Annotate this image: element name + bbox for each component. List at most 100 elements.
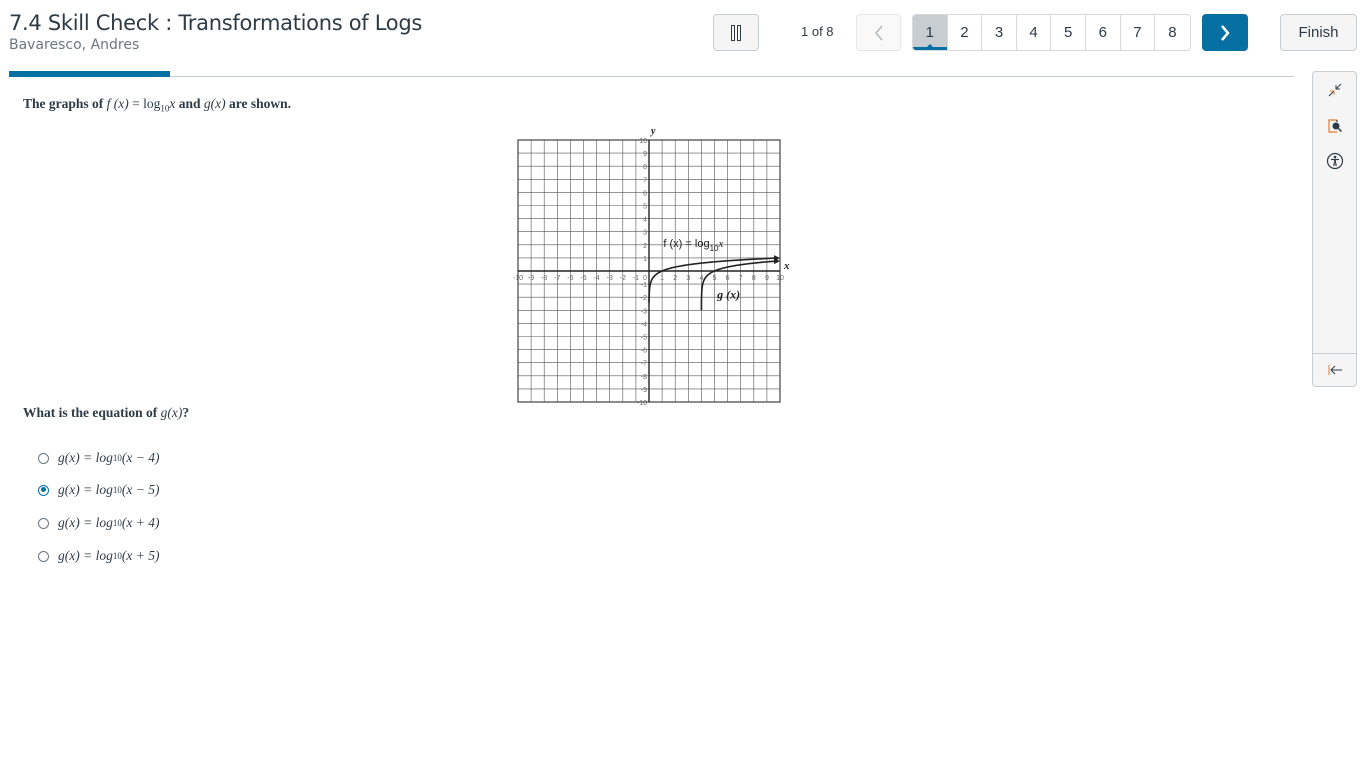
x-tick-label: 0 xyxy=(643,275,647,282)
collapse-arrows-icon xyxy=(1328,83,1341,97)
collapse-panel-button[interactable] xyxy=(1313,358,1356,382)
option-base: 10 xyxy=(112,518,122,528)
y-axis-label: y xyxy=(650,126,656,137)
previous-button[interactable] xyxy=(856,14,901,51)
y-tick-label: -7 xyxy=(641,361,647,368)
f-label-text: f (x) = log xyxy=(663,238,709,250)
y-tick-label: -9 xyxy=(641,387,647,394)
page-button-7[interactable]: 7 xyxy=(1120,15,1156,50)
x-tick-label: -3 xyxy=(607,275,613,282)
answer-option-3[interactable]: g(x) = log 10 (x + 4) xyxy=(38,514,159,532)
student-name: Bavaresco, Andres xyxy=(9,37,140,53)
radio-button[interactable] xyxy=(38,452,49,464)
x-tick-label: 2 xyxy=(673,275,677,282)
x-tick-label: 10 xyxy=(776,275,784,282)
option-lhs: g(x) = log xyxy=(58,482,113,497)
page-button-8[interactable]: 8 xyxy=(1155,15,1190,50)
x-tick-label: 8 xyxy=(752,275,756,282)
question-ask: What is the equation of g(x)? xyxy=(23,405,189,421)
collapse-panel-icon xyxy=(1328,365,1342,375)
x-tick-label: -1 xyxy=(633,275,639,282)
magnifier-button[interactable] xyxy=(1313,114,1356,138)
y-tick-label: 1 xyxy=(643,256,647,263)
y-tick-label: 2 xyxy=(643,243,647,250)
chevron-right-icon xyxy=(1221,24,1230,41)
accessibility-icon xyxy=(1326,152,1343,170)
ask-g: g(x) xyxy=(160,405,183,420)
next-button[interactable] xyxy=(1202,14,1248,51)
x-tick-label: -10 xyxy=(513,275,523,282)
page-button-5[interactable]: 5 xyxy=(1051,15,1086,50)
option-base: 10 xyxy=(112,551,122,561)
option-arg: (x − 5) xyxy=(121,482,160,497)
y-tick-label: 8 xyxy=(643,164,647,171)
x-tick-label: 5 xyxy=(713,275,717,282)
x-tick-label: 9 xyxy=(765,275,769,282)
y-tick-label: 4 xyxy=(643,217,647,224)
page-count: 1 of 8 xyxy=(801,24,834,39)
x-tick-label: -4 xyxy=(593,275,599,282)
prompt-post: are shown. xyxy=(225,96,292,111)
magnifier-icon xyxy=(1327,119,1342,133)
prompt-g: g(x) xyxy=(203,96,226,111)
x-tick-label: -7 xyxy=(554,275,560,282)
progress-track xyxy=(9,76,1294,77)
ask-text: What is the equation of xyxy=(23,405,161,420)
y-tick-label: -6 xyxy=(641,348,647,355)
x-tick-label: -9 xyxy=(528,275,534,282)
x-tick-label: -8 xyxy=(541,275,547,282)
ask-post: ? xyxy=(182,405,190,420)
y-tick-label: -1 xyxy=(641,282,647,289)
finish-button[interactable]: Finish xyxy=(1280,14,1357,51)
prompt-text: The graphs of xyxy=(23,96,107,111)
answer-option-1[interactable]: g(x) = log 10 (x − 4) xyxy=(38,449,159,467)
page-pager: 1 2 3 4 5 6 7 8 xyxy=(912,14,1191,51)
collapse-arrows-button[interactable] xyxy=(1313,78,1356,102)
prompt-f: f (x) xyxy=(106,96,129,111)
option-lhs: g(x) = log xyxy=(58,450,113,465)
f-label-arg: x xyxy=(717,238,723,250)
accessibility-button[interactable] xyxy=(1313,149,1356,173)
x-tick-label: -6 xyxy=(567,275,573,282)
log-graph: -10 -9 -8 -7 -6 -5 -4 -3 -2 -1 0 1 2 3 4 5 6 7 8 9 101098765… xyxy=(513,126,790,407)
y-tick-label: -8 xyxy=(641,374,647,381)
prompt-eq: = log xyxy=(128,96,161,111)
option-base: 10 xyxy=(112,485,122,495)
pause-button[interactable] xyxy=(713,14,759,51)
x-tick-label: -5 xyxy=(580,275,586,282)
answer-option-2[interactable]: g(x) = log 10 (x − 5) xyxy=(38,481,159,499)
x-tick-label: 3 xyxy=(686,275,690,282)
radio-button[interactable] xyxy=(38,517,49,529)
y-tick-label: -4 xyxy=(641,321,647,328)
page-button-1[interactable]: 1 xyxy=(913,15,948,50)
prompt-mid: and xyxy=(175,96,204,111)
y-tick-label: 7 xyxy=(643,177,647,184)
y-tick-label: 6 xyxy=(643,190,647,197)
page-button-3[interactable]: 3 xyxy=(982,15,1017,50)
x-tick-label: 6 xyxy=(726,275,730,282)
y-tick-label: -10 xyxy=(637,400,647,407)
x-tick-label: 1 xyxy=(660,275,664,282)
y-tick-label: 9 xyxy=(643,151,647,158)
y-tick-label: -2 xyxy=(641,295,647,302)
x-axis-label: x xyxy=(783,260,790,272)
option-arg: (x + 4) xyxy=(121,515,160,530)
page-button-4[interactable]: 4 xyxy=(1016,15,1052,50)
page-button-6[interactable]: 6 xyxy=(1085,15,1121,50)
y-tick-label: 3 xyxy=(643,230,647,237)
page-button-2[interactable]: 2 xyxy=(947,15,983,50)
question-prompt: The graphs of f (x) = log10x and g(x) ar… xyxy=(23,96,291,114)
x-tick-label: -2 xyxy=(620,275,626,282)
y-tick-label: 10 xyxy=(639,138,647,145)
radio-button-selected[interactable] xyxy=(38,484,49,496)
y-tick-label: 5 xyxy=(643,204,647,211)
radio-button[interactable] xyxy=(38,550,49,562)
option-arg: (x − 4) xyxy=(121,450,160,465)
option-lhs: g(x) = log xyxy=(58,515,113,530)
pause-icon xyxy=(730,24,742,41)
option-base: 10 xyxy=(112,453,122,463)
chevron-left-icon xyxy=(874,25,883,40)
option-arg: (x + 5) xyxy=(121,548,160,563)
option-lhs: g(x) = log xyxy=(58,548,113,563)
answer-option-4[interactable]: g(x) = log 10 (x + 5) xyxy=(38,547,159,565)
